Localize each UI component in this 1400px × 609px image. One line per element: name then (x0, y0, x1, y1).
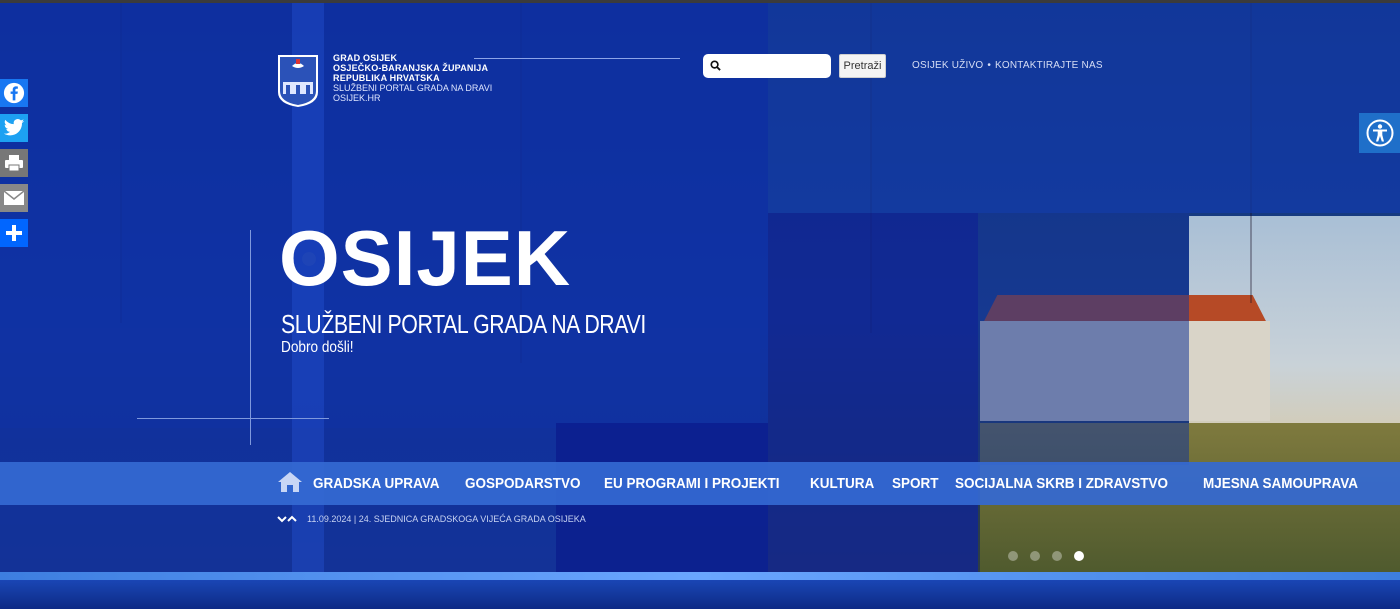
hero-title: OSIJEK (279, 214, 572, 302)
twitter-share-button[interactable] (0, 114, 28, 142)
blue-overlay (978, 213, 1189, 465)
slider-dots (1008, 551, 1096, 561)
search-icon (710, 60, 721, 71)
email-icon (4, 191, 24, 205)
link-osijek-uzivo[interactable]: OSIJEK UŽIVO (912, 60, 983, 71)
share-button[interactable] (0, 219, 28, 247)
decorative-horizontal-line (137, 418, 329, 419)
print-icon (5, 155, 23, 172)
home-icon[interactable] (278, 472, 302, 492)
facebook-share-button[interactable] (0, 79, 28, 107)
slider-dot-active[interactable] (1074, 551, 1084, 561)
hero-subtitle: SLUŽBENI PORTAL GRADA NA DRAVI (281, 309, 646, 339)
accessibility-button[interactable] (1359, 113, 1400, 153)
ticker-arrows-icon[interactable] (277, 515, 297, 523)
footer-strip (0, 580, 1400, 609)
header-divider (474, 58, 680, 59)
nav-item-eu-programi[interactable]: EU PROGRAMI I PROJEKTI (604, 475, 780, 492)
email-share-button[interactable] (0, 184, 28, 212)
hero-welcome: Dobro došli! (281, 339, 354, 356)
search-input[interactable] (727, 56, 829, 76)
social-share-bar (0, 79, 28, 254)
nav-item-sport[interactable]: SPORT (892, 475, 939, 492)
news-ticker: 11.09.2024 | 24. SJEDNICA GRADSKOGA VIJE… (277, 514, 586, 524)
org-line-portal: SLUŽBENI PORTAL GRADA NA DRAVI (333, 83, 493, 93)
main-navigation: GRADSKA UPRAVA GOSPODARSTVO EU PROGRAMI … (0, 462, 1400, 505)
nav-item-gradska-uprava[interactable]: GRADSKA UPRAVA (313, 475, 440, 492)
news-ticker-text[interactable]: 11.09.2024 | 24. SJEDNICA GRADSKOGA VIJE… (307, 514, 586, 524)
share-icon (6, 225, 22, 241)
facebook-icon (3, 82, 25, 104)
org-line-county: OSJEČKO-BARANJSKA ŽUPANIJA (333, 63, 489, 73)
org-line-city: GRAD OSIJEK (333, 53, 398, 63)
link-kontakt[interactable]: KONTAKTIRAJTE NAS (995, 60, 1103, 71)
accent-bar (0, 572, 1400, 580)
org-line-domain: OSIJEK.HR (333, 93, 381, 103)
twitter-icon (3, 119, 25, 136)
org-line-country: REPUBLIKA HRVATSKA (333, 73, 440, 83)
slider-dot[interactable] (1008, 551, 1018, 561)
hero-title-dot (302, 252, 316, 266)
organization-name: GRAD OSIJEK OSJEČKO-BARANJSKA ŽUPANIJA R… (333, 53, 492, 103)
slider-dot[interactable] (1030, 551, 1040, 561)
nav-item-kultura[interactable]: KULTURA (810, 475, 874, 492)
nav-item-socijalna-skrb[interactable]: SOCIJALNA SKRB I ZDRAVSTVO (955, 475, 1168, 492)
slider-dot[interactable] (1052, 551, 1062, 561)
blue-overlay (768, 3, 1400, 213)
blue-overlay (768, 213, 978, 572)
accessibility-icon (1366, 119, 1393, 147)
city-coat-of-arms-icon[interactable] (277, 54, 319, 108)
link-separator: • (987, 60, 992, 71)
nav-item-mjesna-samouprava[interactable]: MJESNA SAMOUPRAVA (1203, 475, 1358, 492)
nav-item-gospodarstvo[interactable]: GOSPODARSTVO (465, 475, 581, 492)
top-links: OSIJEK UŽIVO • KONTAKTIRAJTE NAS (912, 60, 1103, 71)
print-button[interactable] (0, 149, 28, 177)
decorative-vertical-line (250, 230, 251, 445)
search-button[interactable]: Pretraži (839, 54, 886, 78)
search-box[interactable] (703, 54, 831, 78)
